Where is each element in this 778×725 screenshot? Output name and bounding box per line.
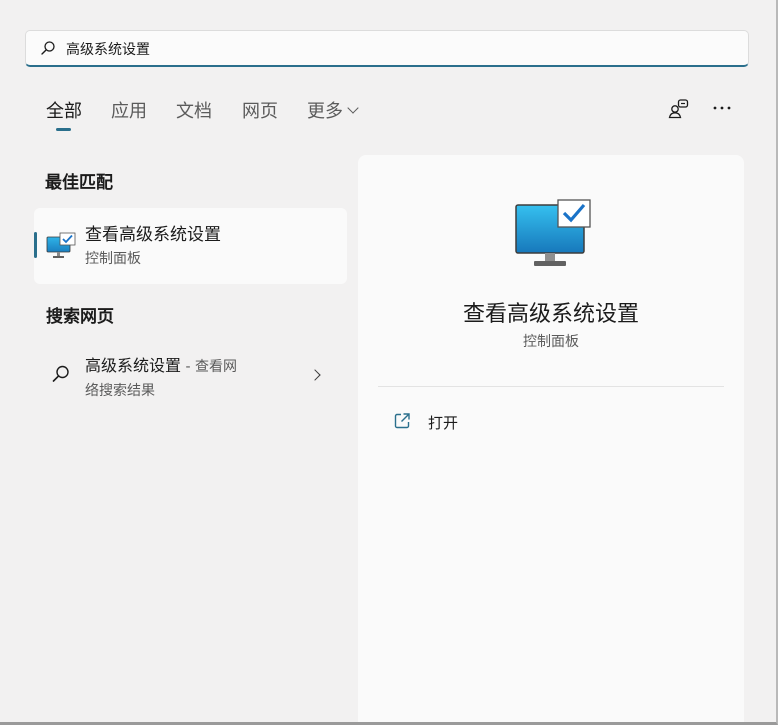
best-match-heading: 最佳匹配	[45, 173, 113, 193]
best-match-subtitle: 控制面板	[85, 251, 141, 267]
chevron-down-icon	[347, 102, 359, 114]
tab-apps[interactable]: 应用	[111, 97, 147, 123]
tab-label: 应用	[111, 101, 147, 122]
detail-title: 查看高级系统设置	[462, 302, 639, 327]
chevron-right-icon	[309, 369, 321, 381]
active-tab-indicator	[56, 128, 71, 131]
tab-label: 全部	[46, 101, 82, 122]
search-query: 高级系统设置	[66, 42, 150, 58]
tab-documents[interactable]: 文档	[176, 97, 212, 123]
people-icon[interactable]	[666, 97, 690, 121]
best-match-title: 查看高级系统设置	[85, 225, 221, 245]
search-input[interactable]: 高级系统设置	[25, 30, 749, 67]
monitor-check-icon	[46, 232, 76, 258]
open-external-icon	[394, 413, 410, 429]
web-search-item[interactable]: 高级系统设置 - 查看网 络搜索结果	[34, 340, 347, 410]
open-action-label: 打开	[428, 414, 459, 432]
tab-web[interactable]: 网页	[242, 97, 278, 123]
tab-label: 文档	[176, 101, 212, 122]
detail-subtitle: 控制面板	[523, 334, 579, 350]
selection-indicator	[34, 232, 37, 258]
web-search-heading: 搜索网页	[46, 307, 114, 327]
detail-panel: 查看高级系统设置 控制面板 打开	[358, 155, 744, 722]
divider	[378, 386, 724, 387]
search-icon	[52, 365, 69, 382]
more-icon[interactable]	[710, 97, 734, 121]
best-match-item[interactable]: 查看高级系统设置 控制面板	[34, 208, 347, 284]
web-search-suffix: - 查看网	[181, 359, 237, 375]
tab-label: 更多	[307, 101, 343, 122]
monitor-check-icon	[515, 199, 591, 266]
tab-more[interactable]: 更多	[307, 97, 359, 123]
web-search-subtitle: 络搜索结果	[85, 383, 155, 399]
open-action[interactable]: 打开	[378, 405, 724, 439]
start-search-window: 高级系统设置 全部 应用 文档 网页 更多 最佳匹配 查看高级系统设置 控制面板…	[0, 0, 778, 725]
tab-all[interactable]: 全部	[46, 97, 82, 131]
web-search-title: 高级系统设置 - 查看网	[85, 352, 237, 376]
tab-label: 网页	[242, 101, 278, 122]
web-search-query: 高级系统设置	[85, 356, 182, 375]
search-icon	[41, 41, 55, 55]
